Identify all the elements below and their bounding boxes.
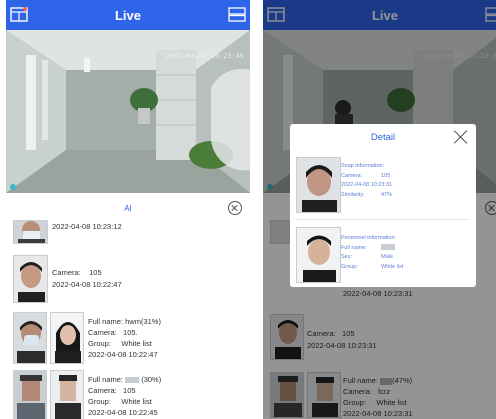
- face-image: [14, 313, 46, 363]
- face-image: [297, 158, 340, 212]
- close-icon[interactable]: [453, 129, 468, 144]
- similarity-label: Similarity:: [341, 191, 365, 198]
- snap-camera: Camera: 105: [88, 385, 136, 396]
- name-label: Full name:: [341, 244, 367, 251]
- face-image: [14, 221, 47, 243]
- detail-dialog: Detail Snap information: Camera: 105 2022…: [290, 124, 476, 287]
- snap-time: 2022-04-08 10:22:45: [88, 408, 158, 417]
- camera-label: Camera:: [341, 172, 363, 179]
- face-image: [14, 256, 47, 302]
- face-image: [297, 228, 340, 282]
- snap-info-camera: Camera: 105: [341, 172, 392, 182]
- snap-name: Full name: (30%): [88, 374, 161, 385]
- name-value: hwm(31%): [125, 317, 161, 326]
- group-label: Group:: [88, 339, 111, 348]
- personnel-info-heading: Personnel information:: [341, 235, 397, 241]
- live-indicator: [10, 184, 16, 190]
- snap-info: Snap information: Camera: 105 2022-04-08 …: [341, 162, 392, 200]
- snap-item[interactable]: 2022-04-08 10:23:12: [6, 220, 250, 246]
- face-image: [51, 313, 83, 363]
- live-screen-left: Live 2022-04-08 10:23:45 AI 2022-04-08 1…: [6, 0, 250, 419]
- name-label: Full name:: [88, 317, 124, 326]
- face-image: [51, 371, 83, 419]
- divider: [296, 219, 470, 220]
- personnel-photo: [50, 312, 84, 364]
- personnel-info-sex: Sex: Male: [341, 253, 403, 263]
- group-value: White list: [381, 263, 404, 270]
- snap-info-heading: Snap information:: [341, 163, 385, 169]
- camera-value: 105: [381, 172, 391, 179]
- page-title: Live: [114, 8, 141, 23]
- personnel-info: Personnel information: Full name: Sex: Ma…: [341, 234, 403, 272]
- detail-title: Detail: [370, 132, 396, 143]
- group-label: Group:: [341, 263, 358, 270]
- name-label: Full name:: [88, 375, 124, 384]
- snap-info-time: 2022-04-08 10:23:31: [341, 182, 393, 189]
- snap-camera: Camera: 105: [52, 267, 102, 278]
- video-timestamp: 2022-04-08 10:23:45: [165, 52, 244, 60]
- snap-name: Full name: hwm(31%): [88, 316, 161, 327]
- snap-photo: [296, 157, 341, 213]
- camera-label: Camera:: [88, 328, 117, 337]
- snap-item[interactable]: Camera: 105 2022-04-08 10:22:47: [6, 255, 250, 305]
- blurred-name: [381, 244, 395, 251]
- close-circle-icon[interactable]: [228, 201, 242, 215]
- ai-panel-title: AI: [124, 204, 132, 213]
- snap-item[interactable]: Full name: (30%) Camera: 105 Group: Whit…: [6, 370, 250, 419]
- live-video-feed[interactable]: 2022-04-08 10:23:45: [6, 30, 250, 193]
- face-image: [14, 371, 46, 419]
- name-similarity: (30%): [141, 375, 162, 384]
- camera-label: Camera:: [52, 268, 81, 277]
- live-screen-right: Live 2022-04-08 10:23:31 2022-04-08 10:2…: [263, 0, 496, 419]
- snap-time: 2022-04-08 10:22:47: [52, 280, 122, 289]
- snap-group: Group: White list: [88, 396, 152, 407]
- blurred-name: [125, 377, 140, 384]
- personnel-info-name: Full name:: [341, 244, 403, 254]
- personnel-photo: [50, 370, 84, 419]
- group-value: White list: [121, 397, 152, 406]
- group-label: Group:: [88, 397, 111, 406]
- snap-item[interactable]: Full name: hwm(31%) Camera: 105. Group: …: [6, 312, 250, 366]
- snap-info-similarity: Similarity: 47%: [341, 191, 392, 201]
- snap-time: 2022-04-08 10:23:12: [52, 222, 122, 231]
- snap-photo: [13, 370, 47, 419]
- top-bar: Live: [6, 0, 250, 30]
- camera-label: Camera:: [88, 386, 117, 395]
- snap-camera: Camera: 105.: [88, 328, 138, 337]
- snap-time: 2022-04-08 10:22:47: [88, 350, 158, 359]
- snap-photo: [13, 220, 48, 244]
- camera-value: 105: [89, 268, 102, 277]
- group-value: White list: [121, 339, 152, 348]
- snap-photo: [13, 312, 47, 364]
- camera-value: 105: [123, 328, 136, 337]
- sex-value: Male: [381, 254, 393, 261]
- split-screen-icon[interactable]: [228, 7, 246, 22]
- sex-label: Sex:: [341, 254, 353, 261]
- personnel-photo: [296, 227, 341, 283]
- personnel-info-group: Group: White list: [341, 263, 403, 273]
- snap-group: Group: White list: [88, 338, 152, 349]
- ai-panel-header: AI: [6, 198, 250, 220]
- camera-value: 105: [123, 386, 136, 395]
- snap-photo: [13, 255, 48, 303]
- similarity-value: 47%: [381, 191, 393, 198]
